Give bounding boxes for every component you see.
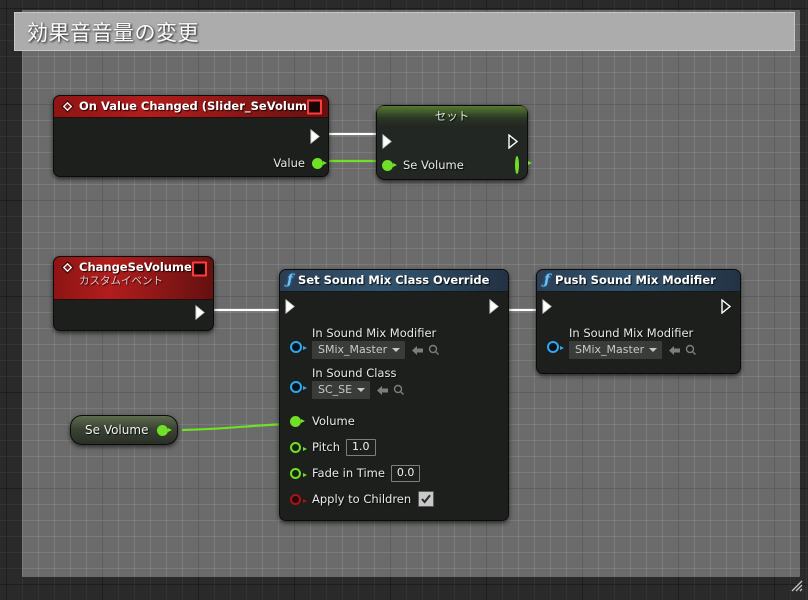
use-selected-asset-icon[interactable]	[411, 345, 424, 356]
in-sound-mix-modifier-pin[interactable]	[290, 341, 307, 353]
delegate-output-pin[interactable]	[307, 99, 322, 114]
se-volume-output-pin[interactable]	[157, 424, 173, 436]
apply-to-children-input-pin[interactable]	[290, 493, 307, 505]
getter-label: Se Volume	[85, 423, 149, 437]
in-sound-mix-modifier-dropdown[interactable]: SMix_Master	[569, 341, 663, 359]
node-push-sound-mix-modifier[interactable]: ƒ Push Sound Mix Modifier In Sound Mix M…	[536, 269, 741, 374]
resize-grip[interactable]	[789, 578, 803, 592]
use-selected-asset-icon[interactable]	[376, 385, 389, 396]
browse-asset-magnifier-icon[interactable]	[428, 344, 440, 356]
in-sound-class-pin[interactable]	[290, 381, 307, 393]
function-f-icon: ƒ	[287, 272, 294, 288]
dropdown-value: SMix_Master	[575, 343, 645, 356]
in-sound-mix-modifier-dropdown[interactable]: SMix_Master	[312, 341, 406, 359]
pin-label-fade-in-time: Fade in Time	[312, 466, 385, 480]
exec-output-pin[interactable]	[508, 133, 521, 150]
node-header: On Value Changed (Slider_SeVolume)	[54, 96, 328, 118]
pin-label-se-volume: Se Volume	[403, 158, 464, 172]
chevron-down-icon	[392, 347, 401, 352]
function-f-icon: ƒ	[544, 272, 551, 288]
delegate-output-pin[interactable]	[192, 261, 207, 277]
chevron-down-icon	[649, 347, 658, 352]
node-subtitle: カスタムイベント	[79, 275, 163, 287]
exec-input-pin[interactable]	[542, 298, 555, 315]
pin-label-value: Value	[273, 156, 305, 170]
node-body: In Sound Mix Modifier SMix_Master	[280, 292, 508, 520]
exec-output-pin[interactable]	[310, 128, 323, 145]
window-title-bar: 効果音音量の変更	[14, 12, 795, 51]
node-title: ChangeSeVolume	[79, 260, 192, 274]
exec-output-pin[interactable]	[721, 298, 734, 315]
node-title: セット	[434, 109, 470, 123]
pitch-input-pin[interactable]	[290, 441, 307, 453]
node-body	[54, 300, 213, 330]
se-volume-output-pin[interactable]	[515, 156, 519, 174]
in-sound-class-dropdown[interactable]: SC_SE	[312, 381, 371, 399]
in-sound-mix-modifier-pin[interactable]	[547, 341, 564, 353]
exec-input-pin[interactable]	[285, 298, 298, 315]
pin-label-in-sound-mix-modifier: In Sound Mix Modifier	[569, 326, 694, 340]
input-row-volume[interactable]: Volume	[280, 410, 508, 432]
node-body: Se Volume	[377, 126, 527, 179]
node-title: On Value Changed (Slider_SeVolume)	[79, 99, 321, 113]
apply-to-children-checkbox[interactable]	[418, 491, 435, 507]
volume-input-pin[interactable]	[290, 415, 305, 427]
value-output-pin[interactable]	[312, 157, 327, 169]
se-volume-input-pin[interactable]	[382, 159, 397, 171]
check-icon	[421, 494, 431, 504]
pin-label-apply-to-children: Apply to Children	[312, 492, 412, 506]
blueprint-graph-window: 効果音音量の変更 On Value Changed (Slider_SeVolu…	[0, 0, 808, 600]
exec-output-pin[interactable]	[489, 298, 502, 315]
node-title: Push Sound Mix Modifier	[555, 273, 716, 287]
node-header: セット	[377, 106, 527, 126]
node-body: In Sound Mix Modifier SMix_Master	[537, 292, 740, 373]
pin-label-volume: Volume	[312, 414, 355, 428]
dropdown-value: SMix_Master	[318, 343, 388, 356]
input-row-pitch[interactable]: Pitch 1.0	[280, 436, 508, 458]
input-row-in-sound-mix-modifier[interactable]: In Sound Mix Modifier SMix_Master	[280, 326, 508, 359]
dropdown-value: SC_SE	[318, 383, 353, 396]
node-body: Value	[54, 118, 328, 176]
input-row-in-sound-class[interactable]: In Sound Class SC_SE	[280, 366, 508, 399]
page-title: 効果音音量の変更	[27, 20, 199, 45]
fade-in-time-value-input[interactable]: 0.0	[390, 464, 421, 482]
event-diamond-icon	[61, 99, 74, 113]
exec-output-pin[interactable]	[195, 304, 208, 321]
browse-asset-magnifier-icon[interactable]	[393, 384, 405, 396]
pin-label-in-sound-mix-modifier: In Sound Mix Modifier	[312, 326, 437, 340]
input-row-apply-to-children[interactable]: Apply to Children	[280, 488, 508, 510]
node-header: ƒ Set Sound Mix Class Override	[280, 270, 508, 292]
node-on-value-changed[interactable]: On Value Changed (Slider_SeVolume) Value	[53, 95, 329, 177]
node-header: ƒ Push Sound Mix Modifier	[537, 270, 740, 292]
pitch-value-input[interactable]: 1.0	[346, 438, 376, 456]
input-row-fade-in-time[interactable]: Fade in Time 0.0	[280, 462, 508, 484]
node-header: ChangeSeVolume カスタムイベント	[54, 257, 213, 300]
use-selected-asset-icon[interactable]	[668, 345, 681, 356]
chevron-down-icon	[357, 387, 366, 392]
node-change-se-volume[interactable]: ChangeSeVolume カスタムイベント	[53, 256, 214, 331]
pin-label-pitch: Pitch	[312, 440, 340, 454]
node-title: Set Sound Mix Class Override	[298, 273, 490, 287]
pin-label-in-sound-class: In Sound Class	[312, 366, 397, 380]
node-set-se-volume[interactable]: セット Se Volume	[376, 105, 528, 180]
node-get-se-volume[interactable]: Se Volume	[70, 415, 179, 445]
browse-asset-magnifier-icon[interactable]	[685, 344, 697, 356]
node-set-sound-mix-class-override[interactable]: ƒ Set Sound Mix Class Override In Sound …	[279, 269, 509, 521]
input-row-in-sound-mix-modifier[interactable]: In Sound Mix Modifier SMix_Master	[537, 326, 740, 359]
event-diamond-icon	[61, 261, 74, 274]
exec-input-pin[interactable]	[382, 133, 395, 150]
fade-in-time-input-pin[interactable]	[290, 467, 307, 479]
